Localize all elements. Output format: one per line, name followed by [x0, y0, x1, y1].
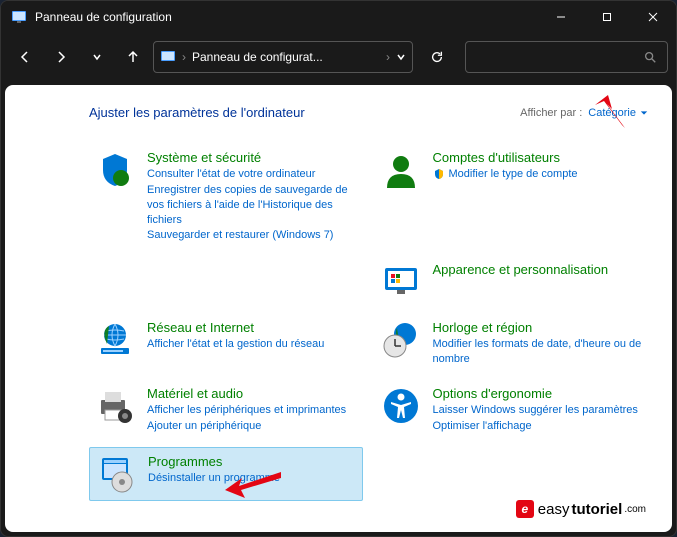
printer-icon: [95, 386, 135, 426]
clock-globe-icon: [381, 320, 421, 360]
back-button[interactable]: [9, 41, 41, 73]
category-appearance[interactable]: Apparence et personnalisation: [375, 256, 649, 308]
category-programs[interactable]: Programmes Désinstaller un programme: [89, 447, 363, 501]
category-title[interactable]: Programmes: [148, 454, 356, 469]
maximize-button[interactable]: [584, 1, 630, 33]
programs-icon: [96, 454, 136, 494]
close-button[interactable]: [630, 1, 676, 33]
shield-admin-icon: [433, 168, 445, 180]
watermark-text: easy: [538, 501, 570, 518]
category-link[interactable]: Afficher les périphériques et imprimante…: [147, 403, 357, 418]
view-by-dropdown[interactable]: Catégorie: [588, 107, 648, 119]
breadcrumb[interactable]: Panneau de configurat...: [192, 50, 380, 64]
search-box[interactable]: [465, 41, 668, 73]
chevron-down-icon[interactable]: [396, 52, 406, 62]
navigation-bar: › Panneau de configurat... ›: [1, 33, 676, 81]
category-hardware-sound[interactable]: Matériel et audio Afficher les périphéri…: [89, 380, 363, 441]
view-by-value: Catégorie: [588, 107, 636, 119]
monitor-icon: [381, 262, 421, 302]
forward-button[interactable]: [45, 41, 77, 73]
view-by: Afficher par : Catégorie: [520, 107, 648, 119]
category-link[interactable]: Afficher l'état et la gestion du réseau: [147, 337, 357, 352]
breadcrumb-separator: ›: [182, 50, 186, 64]
category-title[interactable]: Apparence et personnalisation: [433, 262, 643, 277]
category-system-security[interactable]: Système et sécurité Consulter l'état de …: [89, 144, 363, 250]
user-icon: [381, 150, 421, 190]
content-area: Ajuster les paramètres de l'ordinateur A…: [5, 85, 672, 532]
category-link[interactable]: Ajouter un périphérique: [147, 419, 357, 434]
control-panel-icon: [11, 9, 27, 25]
watermark-text: tutoriel: [571, 501, 622, 518]
address-bar[interactable]: › Panneau de configurat... ›: [153, 41, 413, 73]
refresh-button[interactable]: [421, 41, 453, 73]
breadcrumb-separator: ›: [386, 50, 390, 64]
window-title: Panneau de configuration: [35, 10, 538, 24]
control-panel-window: Panneau de configuration: [0, 0, 677, 537]
view-by-label: Afficher par :: [520, 107, 582, 119]
category-link[interactable]: Enregistrer des copies de sauvegarde de …: [147, 183, 357, 228]
category-link[interactable]: Optimiser l'affichage: [433, 419, 643, 434]
category-title[interactable]: Comptes d'utilisateurs: [433, 150, 643, 165]
search-icon: [643, 50, 657, 64]
category-link[interactable]: Modifier les formats de date, d'heure ou…: [433, 337, 643, 367]
globe-icon: [95, 320, 135, 360]
recent-dropdown-button[interactable]: [81, 41, 113, 73]
watermark: e easytutoriel .com: [516, 500, 646, 518]
watermark-suffix: .com: [624, 504, 646, 515]
category-link[interactable]: Modifier le type de compte: [433, 167, 643, 182]
page-title: Ajuster les paramètres de l'ordinateur: [89, 105, 305, 120]
category-title[interactable]: Options d'ergonomie: [433, 386, 643, 401]
category-link[interactable]: Désinstaller un programme: [148, 471, 356, 486]
control-panel-icon: [160, 49, 176, 65]
category-network-internet[interactable]: Réseau et Internet Afficher l'état et la…: [89, 314, 363, 374]
category-title[interactable]: Réseau et Internet: [147, 320, 357, 335]
minimize-button[interactable]: [538, 1, 584, 33]
chevron-down-icon: [640, 109, 648, 117]
titlebar: Panneau de configuration: [1, 1, 676, 33]
category-link[interactable]: Consulter l'état de votre ordinateur: [147, 167, 357, 182]
accessibility-icon: [381, 386, 421, 426]
category-title[interactable]: Système et sécurité: [147, 150, 357, 165]
category-user-accounts[interactable]: Comptes d'utilisateurs Modifier le type …: [375, 144, 649, 250]
up-button[interactable]: [117, 41, 149, 73]
shield-icon: [95, 150, 135, 190]
category-link[interactable]: Sauvegarder et restaurer (Windows 7): [147, 228, 357, 243]
category-title[interactable]: Horloge et région: [433, 320, 643, 335]
category-title[interactable]: Matériel et audio: [147, 386, 357, 401]
category-clock-region[interactable]: Horloge et région Modifier les formats d…: [375, 314, 649, 374]
watermark-badge: e: [516, 500, 534, 518]
link-text: Modifier le type de compte: [449, 167, 578, 182]
category-ease-of-access[interactable]: Options d'ergonomie Laisser Windows sugg…: [375, 380, 649, 441]
category-link[interactable]: Laisser Windows suggérer les paramètres: [433, 403, 643, 418]
